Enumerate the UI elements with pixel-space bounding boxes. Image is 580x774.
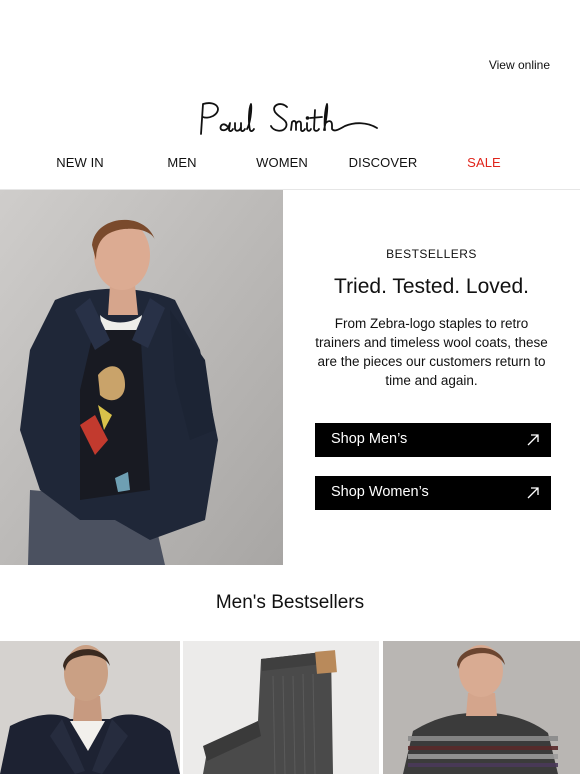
product-image-navy-coat[interactable] [0, 641, 180, 774]
view-online-link[interactable]: View online [489, 58, 550, 72]
paul-smith-logo[interactable] [0, 96, 580, 142]
nav-item-discover[interactable]: DISCOVER [349, 155, 418, 170]
shop-mens-button[interactable]: Shop Men’s [315, 423, 551, 457]
hero-headline: Tried. Tested. Loved. [334, 275, 529, 298]
nav-item-men[interactable]: MEN [167, 155, 196, 170]
product-image-grey-corduroy-jeans[interactable] [183, 641, 379, 774]
mens-bestsellers-title: Men's Bestsellers [215, 592, 365, 613]
main-nav: NEW IN MEN WOMEN DISCOVER SALE [0, 155, 580, 175]
arrow-up-right-icon [527, 434, 539, 446]
logo-signature [200, 102, 378, 135]
shop-mens-label: Shop Men’s [331, 431, 408, 447]
hero-image-model-navy-jacket[interactable] [0, 190, 283, 565]
nav-item-women[interactable]: WOMEN [256, 155, 308, 170]
hero-body-text: From Zebra-logo staples to retro trainer… [315, 316, 548, 388]
product-image-striped-sweater[interactable] [383, 641, 580, 774]
shop-womens-button[interactable]: Shop Women’s [315, 476, 551, 510]
hero-panel: BESTSELLERS Tried. Tested. Loved. From Z… [283, 190, 580, 565]
arrow-up-right-icon [527, 487, 539, 499]
shop-womens-label: Shop Women’s [331, 484, 429, 500]
hero-eyebrow: BESTSELLERS [386, 247, 477, 261]
nav-item-sale[interactable]: SALE [467, 155, 501, 170]
nav-item-new-in[interactable]: NEW IN [56, 155, 104, 170]
